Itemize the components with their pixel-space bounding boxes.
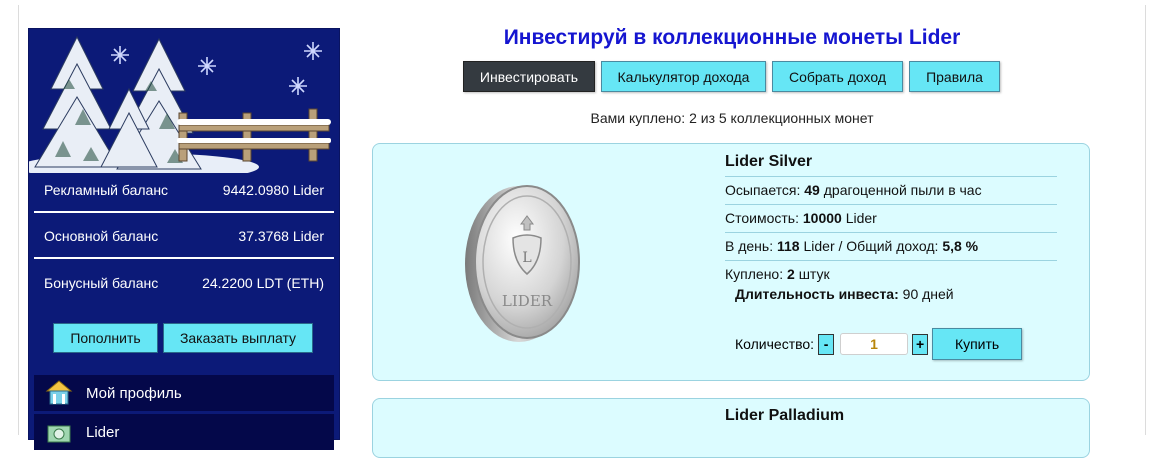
house-icon xyxy=(44,378,74,408)
winter-banner-image xyxy=(29,29,339,173)
ad-balance-value: 9442.0980 Lider xyxy=(222,182,324,198)
bought-label: Куплено: xyxy=(725,266,784,282)
svg-text:L: L xyxy=(522,250,531,266)
cost-label: Стоимость: xyxy=(725,210,799,226)
coin-card-palladium: Lider Palladium xyxy=(372,398,1090,458)
main-balance-value: 37.3768 Lider xyxy=(238,228,324,244)
menu-item-lider-label: Lider xyxy=(86,423,120,441)
bonus-balance-row: Бонусный баланс 24.2200 LDT (ETH) xyxy=(34,261,334,305)
menu-item-profile-label: Мой профиль xyxy=(86,384,182,402)
cost-unit: Lider xyxy=(845,210,877,226)
coin-duration: Длительность инвеста: 90 дней xyxy=(725,283,1057,305)
sidebar: Рекламный баланс 9442.0980 Lider Основно… xyxy=(28,28,340,450)
tab-collect-income[interactable]: Собрать доход xyxy=(772,61,903,92)
coin-info: Lider Silver Осыпается: 49 драгоценной п… xyxy=(725,152,1057,305)
menu-item-profile[interactable]: Мой профиль xyxy=(34,375,334,411)
purchase-status: Вами куплено: 2 из 5 коллекционных монет xyxy=(590,110,874,126)
coins-icon xyxy=(44,417,74,447)
silver-coin-image: L LIDER xyxy=(461,182,585,344)
total-income-value: 5,8 % xyxy=(942,238,979,254)
quantity-plus-button[interactable]: + xyxy=(912,333,929,355)
tab-rules[interactable]: Правила xyxy=(909,61,1000,92)
rate-unit: драгоценной пыли в час xyxy=(823,182,982,198)
daily-label: В день: xyxy=(725,238,774,254)
topup-button[interactable]: Пополнить xyxy=(53,323,158,353)
rate-value: 49 xyxy=(804,182,820,198)
quantity-row: Количество: - + Купить xyxy=(735,328,1023,360)
rate-label: Осыпается: xyxy=(725,182,801,198)
total-income-label: Lider / Общий доход: xyxy=(803,238,939,254)
cost-value: 10000 xyxy=(802,210,842,226)
daily-value: 118 xyxy=(777,238,800,254)
coin-rate: Осыпается: 49 драгоценной пыли в час xyxy=(725,177,1057,205)
coin-bought: Куплено: 2 штук xyxy=(725,261,1057,283)
withdraw-button[interactable]: Заказать выплату xyxy=(163,323,313,353)
quantity-input[interactable] xyxy=(840,333,909,355)
coin-name: Lider Palladium xyxy=(725,407,845,424)
quantity-label: Количество: xyxy=(735,336,815,352)
page-title: Инвестируй в коллекционные монеты Lider xyxy=(503,26,961,49)
ad-balance-label: Рекламный баланс xyxy=(44,182,169,198)
main-balance-row: Основной баланс 37.3768 Lider xyxy=(34,215,334,259)
ad-balance-row: Рекламный баланс 9442.0980 Lider xyxy=(34,169,334,213)
coin-cost: Стоимость: 10000 Lider xyxy=(725,205,1057,233)
bonus-balance-label: Бонусный баланс xyxy=(44,275,159,291)
quantity-minus-button[interactable]: - xyxy=(818,333,835,355)
bought-unit: штук xyxy=(798,266,830,282)
tab-calculator[interactable]: Калькулятор дохода xyxy=(601,61,766,92)
duration-label: Длительность инвеста: xyxy=(735,286,899,302)
bought-value: 2 xyxy=(787,266,795,282)
tab-invest[interactable]: Инвестировать xyxy=(463,61,595,92)
main-balance-label: Основной баланс xyxy=(44,228,159,244)
menu-item-lider[interactable]: Lider xyxy=(34,414,334,450)
coin-card-silver: L LIDER Lider Silver Осыпается: 49 драго… xyxy=(372,143,1090,381)
buy-button[interactable]: Купить xyxy=(932,328,1023,360)
coin-daily-income: В день: 118 Lider / Общий доход: 5,8 % xyxy=(725,233,1057,261)
bonus-balance-value: 24.2200 LDT (ETH) xyxy=(202,275,324,291)
coin-name: Lider Silver xyxy=(725,152,1057,177)
duration-value: 90 дней xyxy=(902,286,954,302)
coin-emblem-text: LIDER xyxy=(502,292,553,310)
